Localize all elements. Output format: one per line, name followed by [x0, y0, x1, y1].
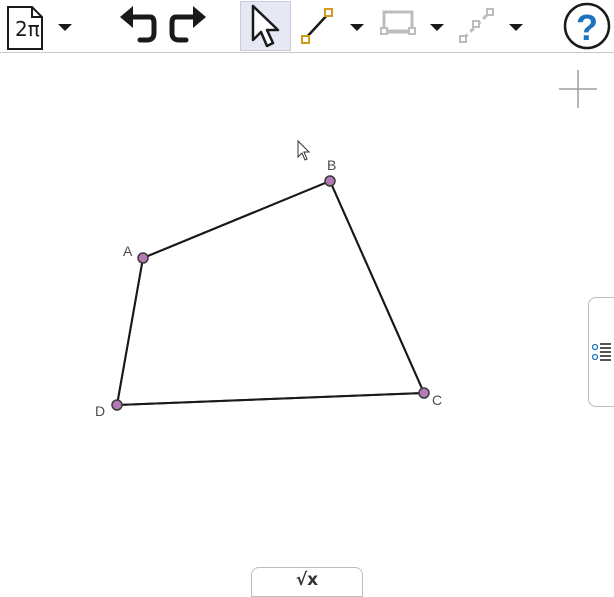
caret-down-icon — [509, 24, 523, 31]
algebra-list-icon — [591, 343, 611, 361]
point-label-a: A — [123, 243, 133, 259]
dashed-line-icon — [459, 8, 494, 43]
plus-icon[interactable] — [559, 70, 597, 108]
graphics-canvas[interactable] — [0, 54, 614, 592]
segment-da[interactable] — [116, 257, 144, 406]
quadrilateral-polygon[interactable] — [115, 179, 426, 407]
segment-cd[interactable] — [116, 392, 425, 406]
undo-button[interactable] — [116, 0, 158, 53]
caret-down-icon — [350, 24, 364, 31]
menu-dropdown[interactable] — [56, 0, 76, 53]
help-button[interactable]: ? — [562, 0, 612, 53]
redo-icon — [169, 6, 206, 43]
sqrt-label: √x — [295, 570, 319, 590]
toolbar: 2π ? — [0, 0, 614, 53]
segment-icon — [301, 8, 333, 44]
mouse-cursor-icon — [297, 139, 311, 161]
arrow-cursor-icon — [251, 4, 280, 48]
redo-button[interactable] — [168, 0, 210, 53]
point-a[interactable] — [137, 252, 149, 264]
point-d[interactable] — [111, 399, 123, 411]
help-label: ? — [576, 7, 598, 48]
caret-down-icon — [58, 24, 72, 31]
line-dropdown[interactable] — [507, 0, 527, 53]
line-tool-button[interactable] — [458, 0, 498, 53]
menu-label: 2π — [15, 17, 40, 41]
polygon-icon — [380, 10, 416, 35]
menu-button[interactable]: 2π — [4, 0, 48, 53]
segment-tool-button[interactable] — [298, 0, 338, 53]
point-b[interactable] — [324, 175, 336, 187]
point-label-c: C — [432, 392, 443, 408]
point-c[interactable] — [418, 387, 430, 399]
help-icon: ? — [563, 2, 611, 50]
input-bar-tab[interactable]: √x — [251, 567, 363, 597]
polygon-tool-button[interactable] — [378, 0, 418, 53]
segment-bc[interactable] — [329, 180, 425, 394]
point-label-b: B — [327, 157, 337, 173]
segment-dropdown[interactable] — [348, 0, 368, 53]
algebra-view-tab[interactable] — [588, 297, 614, 407]
segment-ab[interactable] — [142, 180, 331, 259]
move-tool-button[interactable] — [240, 0, 291, 53]
caret-down-icon — [430, 24, 444, 31]
point-label-d: D — [95, 403, 106, 419]
undo-icon — [120, 6, 157, 43]
polygon-dropdown[interactable] — [428, 0, 448, 53]
